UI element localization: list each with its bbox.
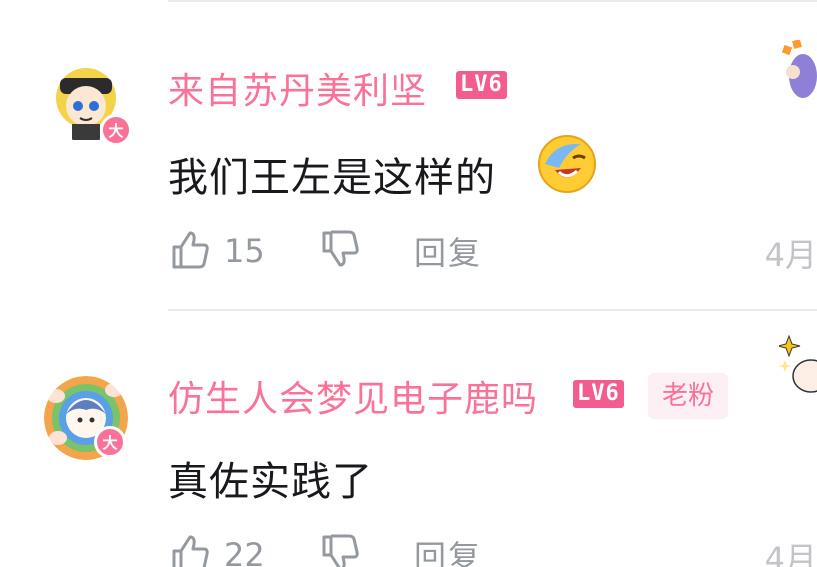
comment-actions: 15 回复 4月 <box>168 226 817 276</box>
comment-text-body: 我们王左是这样的 <box>168 155 496 201</box>
thumbs-down-icon <box>318 531 362 567</box>
sticker-icon <box>777 332 817 396</box>
dislike-button[interactable] <box>318 530 362 567</box>
like-count: 15 <box>224 232 265 270</box>
comment-item: 大 来自苏丹美利坚 LV6 我们王左是这样的 15 回复 4月 <box>0 0 817 310</box>
avatar-badge: 大 <box>94 426 126 458</box>
like-button[interactable]: 22 <box>168 530 265 567</box>
comment-text: 我们王左是这样的 <box>168 145 496 203</box>
avatar-badge: 大 <box>100 114 132 146</box>
thumbs-down-icon <box>318 227 362 275</box>
reply-label: 回复 <box>414 538 483 567</box>
avatar[interactable]: 大 <box>38 52 134 148</box>
comment-text: 真佐实践了 <box>168 459 373 505</box>
reply-label: 回复 <box>414 234 483 272</box>
like-count: 22 <box>224 536 265 567</box>
level-badge: LV6 <box>456 71 507 99</box>
thumbs-up-icon <box>168 531 212 567</box>
comment-item: 大 仿生人会梦见电子鹿吗 LV6 老粉 真佐实践了 22 回复 4月 <box>0 310 817 567</box>
fan-badge: 老粉 <box>648 373 729 419</box>
like-button[interactable]: 15 <box>168 226 265 276</box>
comment-actions: 22 回复 4月 <box>168 530 817 567</box>
username[interactable]: 仿生人会梦见电子鹿吗 <box>168 370 538 422</box>
laughing-cover-face-emoji <box>537 134 597 194</box>
avatar[interactable]: 大 <box>38 370 134 466</box>
sticker-icon <box>779 39 817 104</box>
reply-button[interactable]: 回复 <box>414 530 482 567</box>
level-badge: LV6 <box>573 380 624 408</box>
thumbs-up-icon <box>168 227 212 275</box>
comment-date: 4月 <box>764 540 817 567</box>
username[interactable]: 来自苏丹美利坚 <box>168 62 427 114</box>
dislike-button[interactable] <box>318 226 362 276</box>
comment-date: 4月 <box>764 236 817 274</box>
reply-button[interactable]: 回复 <box>414 226 482 276</box>
